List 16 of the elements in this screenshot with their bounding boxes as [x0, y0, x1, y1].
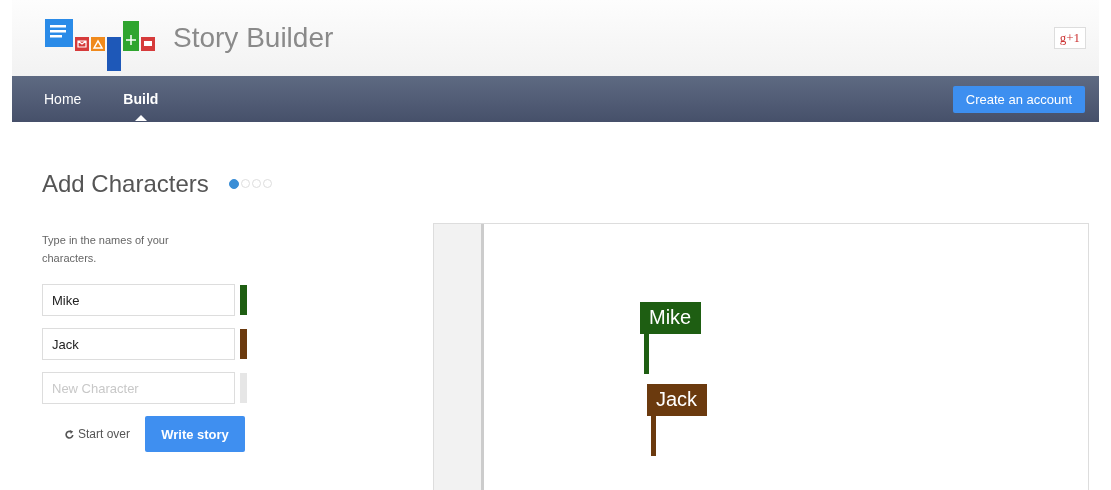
reload-icon — [64, 428, 75, 440]
color-swatch[interactable] — [240, 329, 247, 359]
character-field[interactable]: Jack — [42, 328, 235, 360]
site-title: Story Builder — [173, 22, 334, 54]
character-flag[interactable]: Mike — [640, 302, 702, 374]
start-over-link[interactable]: Start over — [64, 427, 131, 441]
nav-item[interactable]: Build — [123, 77, 159, 121]
character-field[interactable]: Mike — [42, 284, 235, 316]
character-flag[interactable]: Jack — [647, 384, 708, 456]
plus-one-button[interactable]: g+1 — [1053, 27, 1086, 49]
step-dot[interactable] — [228, 179, 239, 189]
instructions: Type in the names of your characters. — [42, 233, 170, 266]
page-heading: Add Characters — [42, 170, 209, 198]
color-swatch[interactable] — [240, 285, 247, 315]
nav-item[interactable]: Home — [44, 77, 82, 121]
color-swatch[interactable] — [240, 373, 247, 403]
